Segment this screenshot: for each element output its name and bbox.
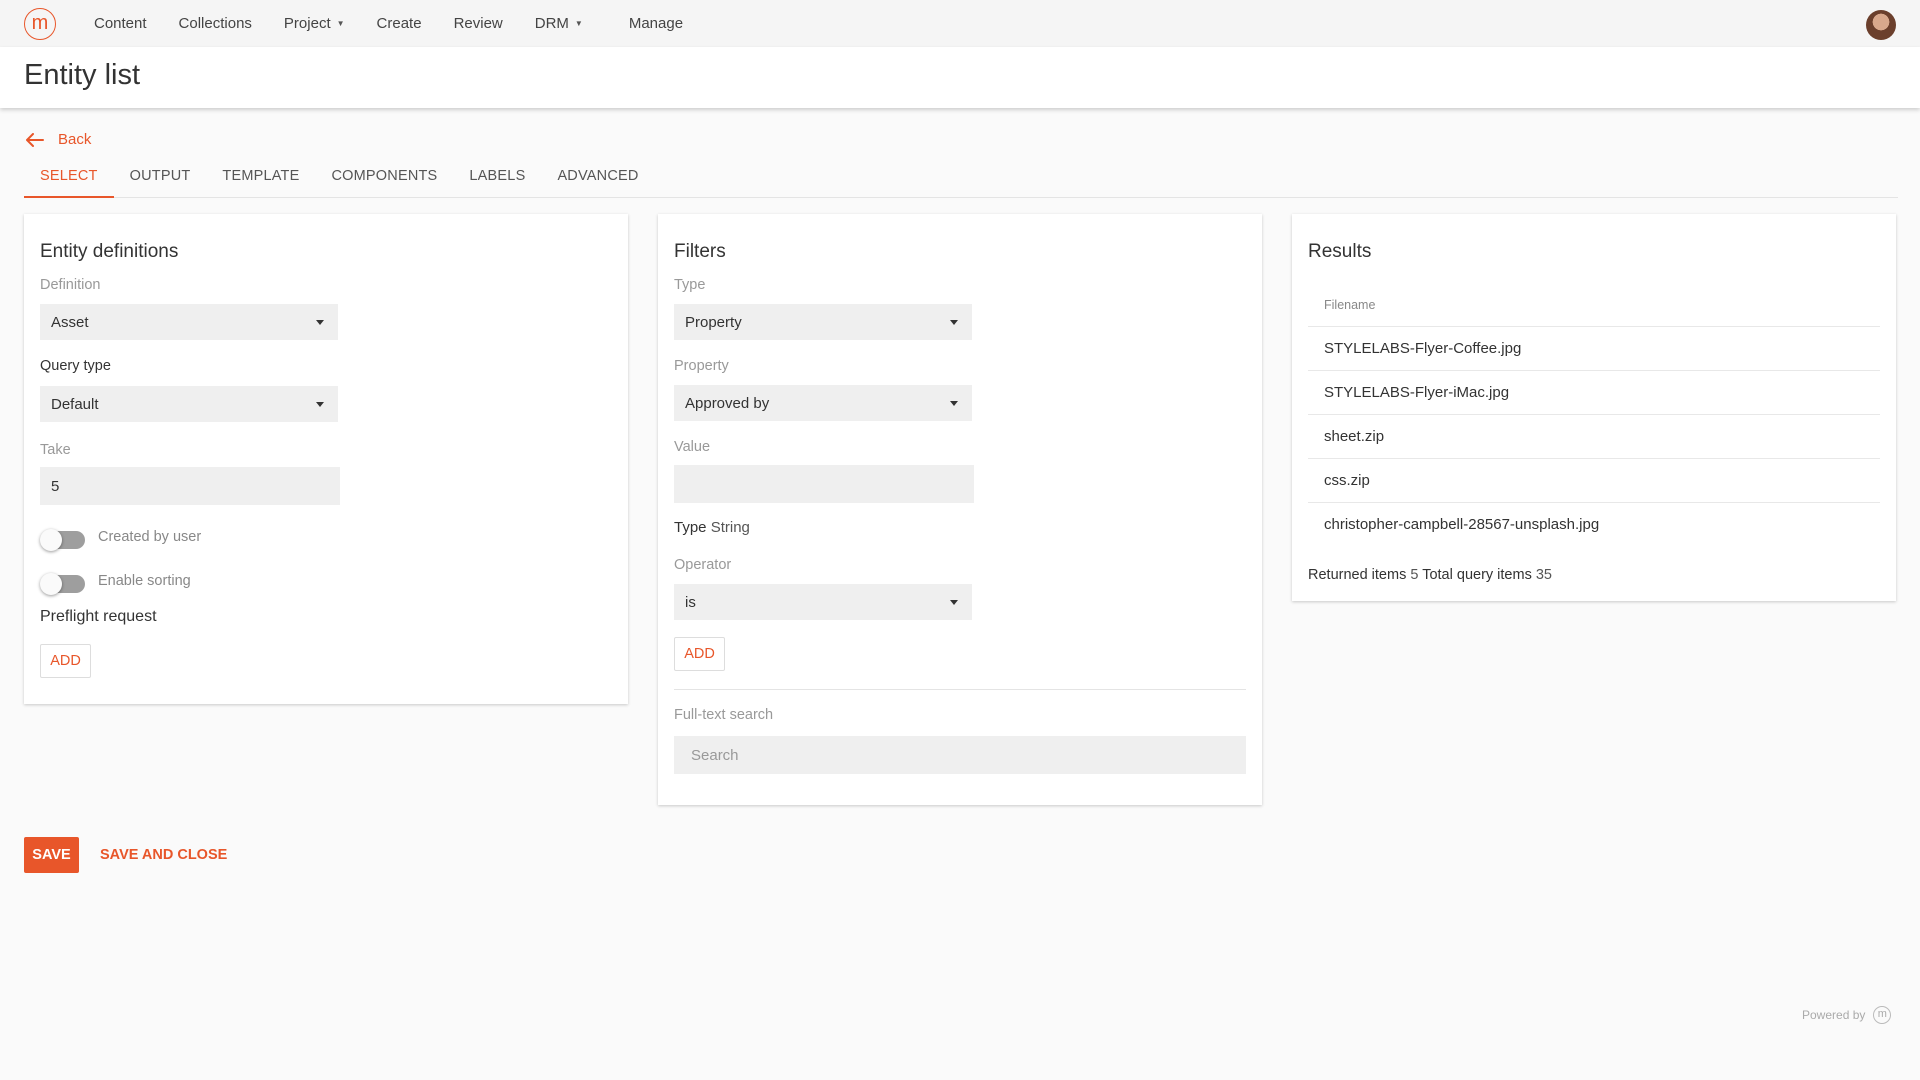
filter-type-select[interactable]: Property [674,304,972,340]
created-by-user-toggle[interactable] [40,529,85,551]
filename-column-header: Filename [1324,298,1376,312]
results-title: Results [1308,241,1372,262]
filter-type-label: Type [674,277,706,293]
property-label: Property [674,358,729,374]
caret-down-icon [316,402,324,407]
definition-select[interactable]: Asset [40,304,338,340]
nav-item-label: Create [376,15,422,32]
filter-add-button[interactable]: ADD [674,637,725,671]
value-label: Value [674,439,711,455]
brand-logo-small: m [1873,1006,1892,1024]
tab-template[interactable]: TEMPLATE [206,158,315,198]
page-header: Entity list [0,47,1920,108]
save-and-close-button[interactable]: SAVE AND CLOSE [100,837,227,873]
type-info-value: String [710,519,750,536]
tab-output[interactable]: OUTPUT [114,158,207,198]
nav-item-label: Content [94,15,147,32]
operator-label: Operator [674,557,732,573]
brand-logo[interactable]: m [24,8,56,40]
nav-item-manage[interactable]: Manage [599,0,699,47]
back-label: Back [58,131,92,148]
tab-bar: SELECT OUTPUT TEMPLATE COMPONENTS LABELS… [24,158,1898,198]
entity-definitions-title: Entity definitions [40,241,179,262]
total-query-items-label: Total query items [1422,567,1532,583]
query-type-select[interactable]: Default [40,386,338,422]
returned-items-value: 5 [1410,567,1419,583]
nav-item-drm[interactable]: DRM ▼ [519,0,599,47]
nav-item-collections[interactable]: Collections [163,0,268,47]
results-summary: Returned items 5 Total query items 35 [1308,567,1552,583]
query-type-value: Default [51,395,99,413]
results-panel: Results Filename STYLELABS-Flyer-Coffee.… [1292,214,1896,601]
filename-cell: sheet.zip [1324,428,1385,445]
caret-down-icon: ▼ [574,19,583,28]
table-row[interactable]: sheet.zip [1308,414,1880,458]
toggle-knob [40,573,62,595]
preflight-request-heading: Preflight request [40,608,157,625]
filters-title: Filters [674,241,726,262]
property-select[interactable]: Approved by [674,385,972,421]
type-info-label: Type [674,519,707,536]
nav-item-create[interactable]: Create [361,0,438,47]
fulltext-search-input[interactable] [674,736,1246,774]
tab-select[interactable]: SELECT [24,158,114,198]
filter-type-value: Property [685,313,742,331]
nav-item-label: Project [283,15,331,32]
type-info: Type String [674,519,750,536]
enable-sorting-toggle[interactable] [40,573,85,595]
caret-down-icon [950,600,958,605]
powered-by-label: Powered by [1802,1008,1866,1022]
table-row[interactable]: STYLELABS-Flyer-iMac.jpg [1308,370,1880,414]
nav-item-review[interactable]: Review [438,0,519,47]
fulltext-search-label: Full-text search [674,707,774,723]
operator-value: is [685,593,696,611]
arrow-left-icon [26,132,44,147]
filename-cell: STYLELABS-Flyer-Coffee.jpg [1324,340,1522,357]
nav-item-label: DRM [534,15,569,32]
nav-item-label: Collections [178,15,252,32]
powered-by: Powered by m [1802,1006,1892,1024]
query-type-label: Query type [40,358,111,374]
filters-panel: Filters Type Property Property Approved … [658,214,1262,805]
take-input[interactable] [40,467,340,505]
table-row[interactable]: christopher-campbell-28567-unsplash.jpg [1308,502,1880,546]
table-row[interactable]: css.zip [1308,458,1880,502]
definition-value: Asset [51,313,89,331]
divider [674,689,1246,690]
back-link[interactable]: Back [26,131,91,148]
nav-item-label: Manage [628,15,684,32]
caret-down-icon: ▼ [336,19,345,28]
definition-label: Definition [40,277,101,293]
nav-item-project[interactable]: Project ▼ [268,0,361,47]
save-button[interactable]: SAVE [24,837,79,873]
toggle-knob [40,529,62,551]
caret-down-icon [950,401,958,406]
user-avatar[interactable] [1866,10,1896,40]
caret-down-icon [316,320,324,325]
value-input[interactable] [674,465,974,503]
returned-items-label: Returned items [1308,567,1407,583]
created-by-user-label: Created by user [98,529,202,545]
nav-item-content[interactable]: Content [78,0,163,47]
tab-labels[interactable]: LABELS [453,158,541,198]
tab-components[interactable]: COMPONENTS [316,158,454,198]
preflight-add-button[interactable]: ADD [40,644,91,678]
filename-cell: christopher-campbell-28567-unsplash.jpg [1324,516,1600,533]
tab-advanced[interactable]: ADVANCED [541,158,654,198]
property-value: Approved by [685,394,770,412]
main-menu: Content Collections Project ▼ Create Revi… [78,0,699,47]
filename-cell: STYLELABS-Flyer-iMac.jpg [1324,384,1510,401]
top-nav-bar: m Content Collections Project ▼ Create Re… [0,0,1920,47]
total-query-items-value: 35 [1535,567,1552,583]
entity-definitions-panel: Entity definitions Definition Asset Quer… [24,214,628,704]
table-row[interactable]: STYLELABS-Flyer-Coffee.jpg [1308,326,1880,370]
operator-select[interactable]: is [674,584,972,620]
filename-cell: css.zip [1324,472,1370,489]
nav-item-label: Review [453,15,503,32]
page-title: Entity list [24,59,141,91]
enable-sorting-label: Enable sorting [98,573,191,589]
caret-down-icon [950,320,958,325]
take-label: Take [40,442,71,458]
